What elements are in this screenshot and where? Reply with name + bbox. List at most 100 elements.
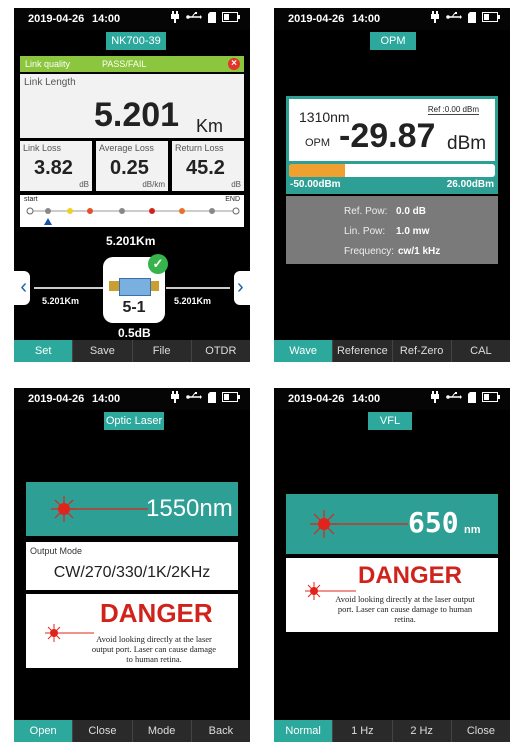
status-icons <box>430 11 500 23</box>
tab-close[interactable]: Close <box>452 720 510 742</box>
tab-wave[interactable]: Wave <box>274 340 334 362</box>
power-value: -29.87 <box>339 117 436 155</box>
status-bar: 2019-04-26 14:00 <box>274 8 510 30</box>
link-quality-label: Link quality <box>25 59 71 69</box>
fail-icon[interactable]: × <box>228 58 240 70</box>
power-plug-icon <box>171 11 179 23</box>
event-end-marker[interactable] <box>232 207 240 215</box>
event-loss: 0.5dB <box>118 326 151 340</box>
lin-pow-label: Lin. Pow: <box>344 226 386 237</box>
status-icons <box>170 11 240 23</box>
prev-event-button[interactable]: ‹ <box>14 271 30 305</box>
wavelength-value: 1550nm <box>146 495 233 522</box>
tab-mode[interactable]: Mode <box>133 720 192 742</box>
event-marker[interactable] <box>149 208 155 214</box>
frequency-label: Frequency: <box>344 246 395 257</box>
sd-card-icon <box>468 391 476 403</box>
event-start-marker[interactable] <box>26 207 34 215</box>
event-strip[interactable]: start END <box>20 195 244 227</box>
return-loss-label: Return Loss <box>175 143 224 153</box>
laser-burst-icon <box>310 510 408 538</box>
status-time: 14:00 <box>92 13 121 25</box>
status-time: 14:00 <box>352 13 381 25</box>
power-level-fill <box>289 164 345 177</box>
tab-cal[interactable]: CAL <box>452 340 510 362</box>
link-quality-bar: Link quality PASS/FAIL × <box>20 56 244 72</box>
event-marker[interactable] <box>179 208 185 214</box>
tab-ref-zero[interactable]: Ref-Zero <box>393 340 452 362</box>
laser-warning-icon <box>45 624 94 642</box>
opm-label: OPM <box>305 137 331 149</box>
tab-bar: Normal 1 Hz 2 Hz Close <box>274 720 510 742</box>
power-plug-icon <box>171 391 179 403</box>
event-marker[interactable] <box>87 208 93 214</box>
module-title: OPM <box>370 32 416 50</box>
tab-normal[interactable]: Normal <box>274 720 334 742</box>
next-event-button[interactable]: › <box>234 271 250 305</box>
tab-back[interactable]: Back <box>192 720 250 742</box>
tab-save[interactable]: Save <box>73 340 133 362</box>
sd-card-icon <box>468 11 476 23</box>
connector-body <box>119 278 151 296</box>
tab-bar: Wave Reference Ref-Zero CAL <box>274 340 510 362</box>
cursor-marker-icon <box>44 218 52 225</box>
output-mode-value: CW/270/330/1K/2KHz <box>53 564 211 581</box>
ref-pow-value: 0.0 dB <box>396 206 427 217</box>
danger-title: DANGER <box>100 598 213 628</box>
tab-open[interactable]: Open <box>14 720 74 742</box>
screen-otdr-link: 2019-04-26 14:00 NK700-39 Link quality P… <box>14 8 250 362</box>
status-bar: 2019-04-26 14:00 <box>14 388 250 410</box>
tab-2hz[interactable]: 2 Hz <box>393 720 452 742</box>
opm-reading-box: 1310nm Ref :0.00 dBm OPM -29.87 dBm <box>289 99 495 161</box>
laser-burst-icon <box>51 496 148 522</box>
vfl-wavelength-banner: 650 nm <box>286 494 498 554</box>
average-loss-label: Average Loss <box>99 143 154 153</box>
event-id: 5-1 <box>122 299 146 316</box>
power-unit: dBm <box>447 133 487 154</box>
screen-optic-laser: 2019-04-26 14:00 Optic Laser 1550nm Outp… <box>14 388 250 742</box>
opm-info-panel: Ref. Pow: 0.0 dB Lin. Pow: 1.0 mw Freque… <box>286 196 498 264</box>
tab-reference[interactable]: Reference <box>333 340 393 362</box>
right-distance: 5.201Km <box>174 296 212 306</box>
fiber-line-right <box>166 287 230 289</box>
tab-1hz[interactable]: 1 Hz <box>333 720 393 742</box>
status-date: 2019-04-26 <box>288 393 345 405</box>
status-bar: 2019-04-26 14:00 <box>274 388 510 410</box>
frequency-value: cw/1 kHz <box>398 246 441 257</box>
usb-icon <box>186 12 202 19</box>
module-title: Optic Laser <box>104 412 164 430</box>
average-loss-value: 0.25 <box>110 157 149 179</box>
link-length-unit: Km <box>196 116 223 136</box>
status-time: 14:00 <box>92 393 121 405</box>
reference-label: Ref :0.00 dBm <box>427 105 479 115</box>
range-max-label: 26.00dBm <box>446 179 494 190</box>
status-icons <box>430 391 500 403</box>
event-marker[interactable] <box>45 208 51 214</box>
tab-close[interactable]: Close <box>73 720 133 742</box>
tab-otdr[interactable]: OTDR <box>192 340 250 362</box>
output-mode-box[interactable]: Output Mode CW/270/330/1K/2KHz <box>26 542 238 590</box>
link-loss-unit: dB <box>79 180 89 189</box>
vfl-wavelength-unit: nm <box>464 524 481 536</box>
event-marker[interactable] <box>67 208 73 214</box>
screen-opm: 2019-04-26 14:00 OPM 1310nm Ref :0.00 dB… <box>274 8 510 362</box>
status-bar: 2019-04-26 14:00 <box>14 8 250 30</box>
tab-file[interactable]: File <box>133 340 192 362</box>
link-length-value: 5.201 <box>94 96 180 134</box>
status-time: 14:00 <box>352 393 381 405</box>
danger-warning-text: Avoid looking directly at the laser outp… <box>335 594 475 624</box>
ref-pow-label: Ref. Pow: <box>344 206 388 217</box>
danger-title: DANGER <box>358 562 463 589</box>
event-distance: 5.201Km <box>106 234 156 248</box>
link-length-label: Link Length <box>24 77 76 88</box>
link-loss-value: 3.82 <box>34 157 73 179</box>
output-mode-label: Output Mode <box>30 546 83 556</box>
event-marker[interactable] <box>209 208 215 214</box>
usb-icon <box>446 392 462 399</box>
link-loss-box: Link Loss 3.82 dB <box>20 141 92 191</box>
return-loss-value: 45.2 <box>186 157 225 179</box>
battery-icon <box>222 12 240 22</box>
event-marker[interactable] <box>119 208 125 214</box>
battery-icon <box>482 12 500 22</box>
tab-set[interactable]: Set <box>14 340 74 362</box>
